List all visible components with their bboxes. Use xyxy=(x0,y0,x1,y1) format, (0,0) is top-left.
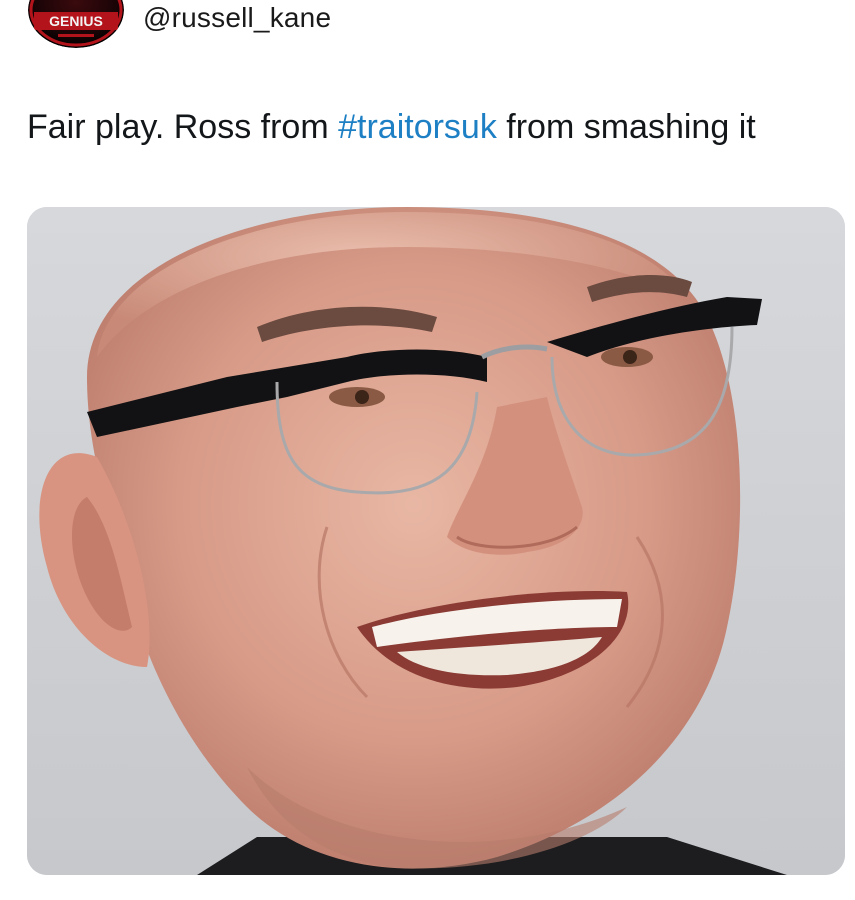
avatar[interactable]: GENIUS xyxy=(28,0,124,48)
tweet-text-before: Fair play. Ross from xyxy=(27,108,339,146)
avatar-badge-text: GENIUS xyxy=(49,13,103,29)
hashtag-link[interactable]: #traitorsuk xyxy=(338,108,497,146)
author-handle[interactable]: @russell_kane xyxy=(143,2,331,34)
tweet-text-after: from smashing it xyxy=(496,108,756,146)
tweet-text: Fair play. Ross from #traitorsuk from sm… xyxy=(27,108,756,147)
portrait-photo xyxy=(27,207,845,875)
media-image[interactable] xyxy=(27,207,845,875)
avatar-logo-icon: GENIUS xyxy=(28,0,124,48)
tweet-card: GENIUS @russell_kane Fair play. Ross fro… xyxy=(0,0,855,900)
post-header: GENIUS @russell_kane xyxy=(0,0,855,56)
